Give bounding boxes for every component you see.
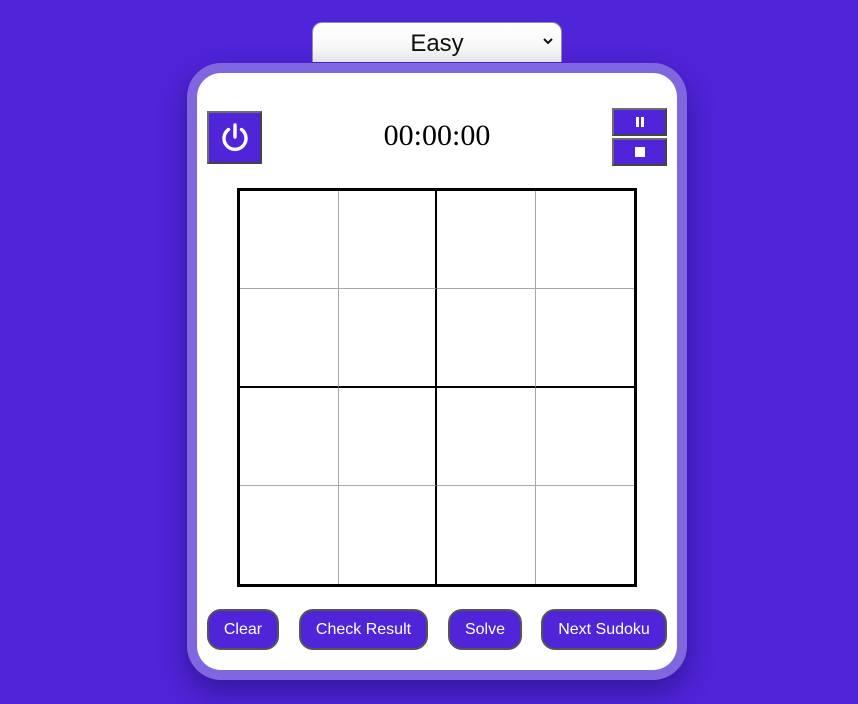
grid-cell[interactable] — [437, 289, 536, 388]
pause-button[interactable] — [612, 108, 667, 136]
game-card: 00:00:00 Clear Check Result Solve Next S… — [187, 63, 687, 680]
grid-cell[interactable] — [437, 387, 536, 486]
grid-cell[interactable] — [240, 191, 339, 290]
grid-cell[interactable] — [437, 485, 536, 584]
grid-cell[interactable] — [338, 485, 437, 584]
difficulty-select[interactable]: Easy — [312, 22, 562, 62]
grid-cell[interactable] — [535, 191, 634, 290]
grid-cell[interactable] — [240, 289, 339, 388]
timer-display: 00:00:00 — [383, 119, 491, 152]
stop-icon — [634, 147, 645, 157]
grid-cell[interactable] — [535, 387, 634, 486]
grid-cell[interactable] — [437, 191, 536, 290]
solve-button[interactable]: Solve — [448, 609, 522, 650]
grid-cell[interactable] — [338, 289, 437, 388]
grid-cell[interactable] — [338, 387, 437, 486]
power-icon — [221, 122, 248, 151]
pause-icon — [635, 117, 644, 127]
power-button[interactable] — [207, 111, 262, 164]
stop-button[interactable] — [612, 138, 667, 166]
grid-cell[interactable] — [240, 387, 339, 486]
difficulty-selected-value: Easy — [410, 30, 464, 57]
sudoku-grid — [237, 188, 637, 587]
check-result-button[interactable]: Check Result — [299, 609, 428, 650]
chevron-down-icon — [543, 38, 553, 45]
grid-cell[interactable] — [240, 485, 339, 584]
clear-button[interactable]: Clear — [207, 609, 279, 650]
grid-cell[interactable] — [535, 485, 634, 584]
grid-cell[interactable] — [338, 191, 437, 290]
game-panel: 00:00:00 Clear Check Result Solve Next S… — [197, 73, 677, 670]
grid-cell[interactable] — [535, 289, 634, 388]
next-sudoku-button[interactable]: Next Sudoku — [541, 609, 667, 650]
